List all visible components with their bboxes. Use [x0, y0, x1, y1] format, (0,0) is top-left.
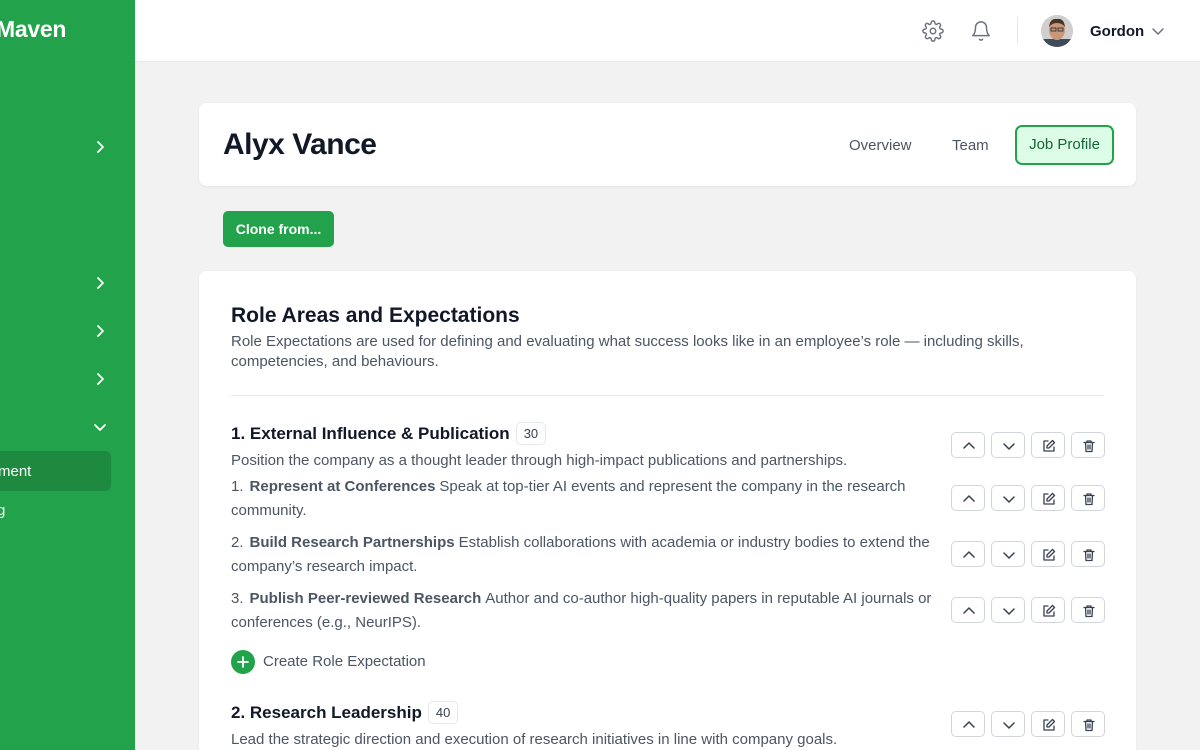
tab-team[interactable]: Team	[952, 137, 989, 154]
section-title: Role Areas and Expectations	[231, 304, 520, 327]
clone-from-button[interactable]: Clone from...	[223, 211, 334, 247]
section-description: Role Expectations are used for defining …	[231, 333, 1024, 370]
expectation-actions	[951, 597, 1105, 623]
expectation-name: Publish Peer-reviewed Research	[249, 590, 482, 607]
role-area-title: 2. Research Leadership 40	[231, 701, 459, 724]
profile-header-card: Alyx Vance Overview Team Job Profile	[199, 103, 1136, 186]
move-up-button[interactable]	[951, 432, 985, 458]
count-badge: 40	[427, 701, 459, 724]
page-title: Alyx Vance	[223, 128, 377, 161]
chevron-right-icon[interactable]	[93, 372, 107, 386]
expectation-number: 2.	[231, 534, 244, 551]
chevron-down-icon[interactable]	[93, 420, 107, 434]
expectation-name: Represent at Conferences	[249, 478, 436, 495]
expectation-item: 2. Build Research Partnerships Establish c…	[231, 531, 936, 579]
area-actions	[951, 432, 1105, 458]
chevron-right-icon[interactable]	[93, 140, 107, 154]
chevron-down-icon[interactable]	[1151, 24, 1165, 38]
delete-button[interactable]	[1071, 485, 1105, 511]
move-down-button[interactable]	[991, 597, 1025, 623]
move-up-button[interactable]	[951, 541, 985, 567]
edit-button[interactable]	[1031, 432, 1065, 458]
role-area-title-text: 2. Research Leadership	[231, 703, 422, 722]
tab-job-profile[interactable]: Job Profile	[1015, 125, 1114, 165]
avatar[interactable]	[1041, 15, 1073, 47]
expectation-item: 3. Publish Peer-reviewed Research Author a…	[231, 587, 936, 635]
chevron-right-icon[interactable]	[93, 276, 107, 290]
plus-icon	[231, 650, 255, 674]
role-area-description: Lead the strategic direction and executi…	[231, 731, 838, 748]
move-up-button[interactable]	[951, 711, 985, 737]
move-up-button[interactable]	[951, 597, 985, 623]
expectation-number: 3.	[231, 590, 244, 607]
gear-icon[interactable]	[922, 20, 944, 42]
edit-button[interactable]	[1031, 711, 1065, 737]
chevron-right-icon[interactable]	[93, 324, 107, 338]
expectation-name: Build Research Partnerships	[249, 534, 455, 551]
expectation-actions	[951, 485, 1105, 511]
header-divider	[1017, 17, 1018, 44]
move-down-button[interactable]	[991, 711, 1025, 737]
tab-overview[interactable]: Overview	[849, 137, 912, 154]
count-badge: 30	[515, 422, 547, 445]
sidebar-item-sub[interactable]: g	[0, 502, 5, 519]
delete-button[interactable]	[1071, 711, 1105, 737]
top-header: Gordon	[135, 0, 1200, 62]
edit-button[interactable]	[1031, 541, 1065, 567]
divider	[231, 395, 1104, 396]
user-name[interactable]: Gordon	[1090, 23, 1144, 40]
expectation-number: 1.	[231, 478, 244, 495]
sidebar: Maven ment g	[0, 0, 135, 750]
create-role-expectation-label: Create Role Expectation	[263, 653, 426, 670]
move-down-button[interactable]	[991, 541, 1025, 567]
delete-button[interactable]	[1071, 597, 1105, 623]
move-down-button[interactable]	[991, 485, 1025, 511]
role-area-title: 1. External Influence & Publication 30	[231, 422, 547, 445]
area-actions	[951, 711, 1105, 737]
role-areas-card: Role Areas and Expectations Role Expecta…	[199, 271, 1136, 750]
expectation-item: 1. Represent at Conferences Speak at top-t…	[231, 475, 936, 523]
delete-button[interactable]	[1071, 432, 1105, 458]
role-area-title-text: 1. External Influence & Publication	[231, 424, 510, 443]
move-up-button[interactable]	[951, 485, 985, 511]
edit-button[interactable]	[1031, 485, 1065, 511]
role-area-description: Position the company as a thought leader…	[231, 452, 848, 469]
sidebar-item-label: ment	[0, 463, 32, 480]
bell-icon[interactable]	[970, 20, 992, 42]
move-down-button[interactable]	[991, 432, 1025, 458]
expectation-actions	[951, 541, 1105, 567]
edit-button[interactable]	[1031, 597, 1065, 623]
brand-logo: Maven	[0, 16, 67, 42]
delete-button[interactable]	[1071, 541, 1105, 567]
sidebar-item-active[interactable]: ment	[0, 451, 111, 491]
